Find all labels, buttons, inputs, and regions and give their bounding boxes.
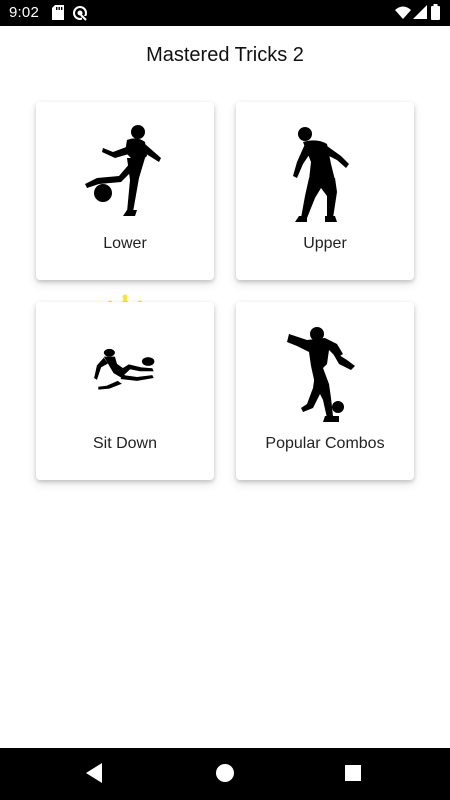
sd-card-icon bbox=[52, 5, 64, 20]
upper-trick-figure-icon bbox=[293, 127, 349, 222]
category-label: Lower bbox=[103, 235, 147, 252]
category-label: Upper bbox=[303, 235, 347, 252]
sit-down-trick-figure-icon bbox=[94, 348, 155, 390]
combo-trick-figure-icon bbox=[287, 327, 355, 422]
home-icon[interactable] bbox=[214, 762, 236, 784]
wifi-icon bbox=[395, 6, 411, 19]
category-card-lower[interactable]: Lower bbox=[36, 102, 214, 280]
sync-icon bbox=[73, 6, 87, 21]
system-nav-bar bbox=[0, 748, 450, 800]
back-icon[interactable] bbox=[84, 762, 104, 784]
battery-icon bbox=[431, 4, 440, 20]
recents-icon[interactable] bbox=[343, 762, 363, 784]
lower-trick-figure-icon bbox=[85, 125, 161, 216]
status-bar: 9:02 bbox=[0, 0, 450, 26]
category-label: Sit Down bbox=[92, 435, 158, 452]
category-card-upper[interactable]: Upper bbox=[236, 102, 414, 280]
category-label: Popular Combos bbox=[265, 435, 385, 452]
category-card-popular-combos[interactable]: Popular Combos bbox=[236, 302, 414, 480]
category-card-sit-down[interactable]: Sit Down bbox=[36, 302, 214, 480]
status-time: 9:02 bbox=[9, 4, 39, 21]
signal-icon bbox=[413, 5, 427, 19]
page-title: Mastered Tricks 2 bbox=[146, 44, 304, 66]
